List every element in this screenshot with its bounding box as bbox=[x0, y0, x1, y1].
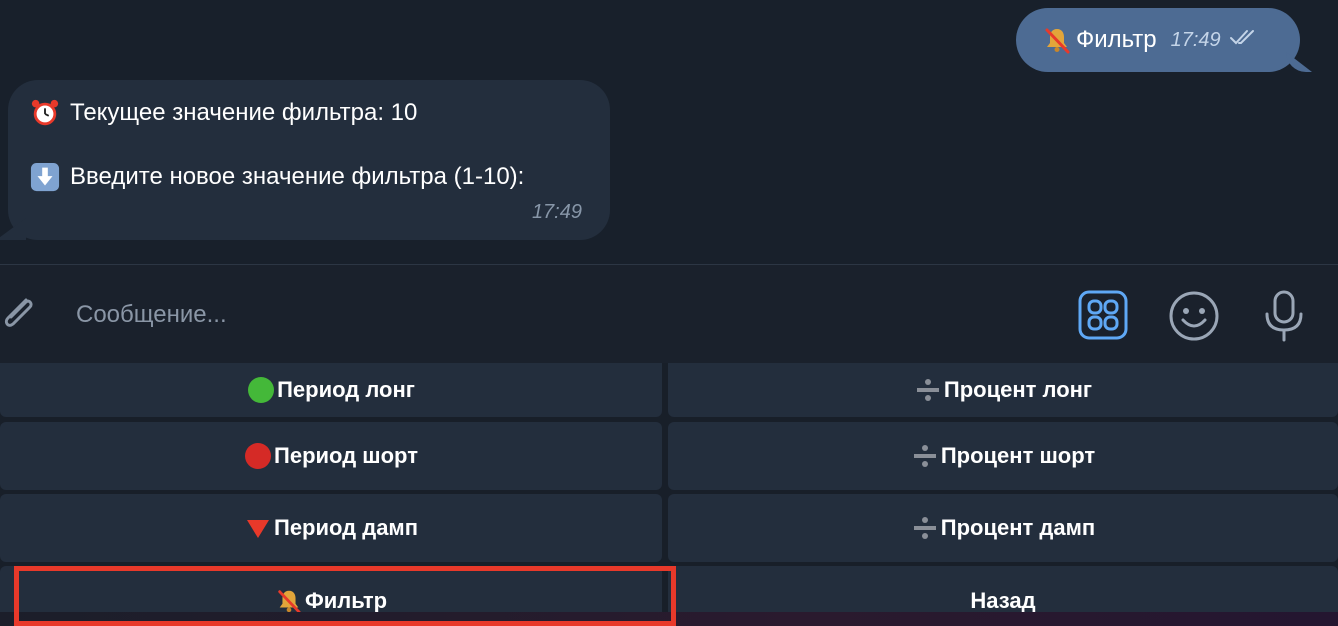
key-label: Период дамп bbox=[274, 515, 418, 540]
key-period-short[interactable]: Период шорт bbox=[0, 422, 662, 490]
outgoing-message[interactable]: Фильтр 17:49 bbox=[1016, 8, 1300, 72]
key-label: Процент шорт bbox=[940, 443, 1096, 468]
key-label: Фильтр bbox=[304, 588, 388, 613]
microphone-icon[interactable] bbox=[1262, 290, 1306, 342]
bottom-edge bbox=[0, 612, 1338, 626]
key-label: Период шорт bbox=[274, 443, 418, 468]
emoji-smile-icon[interactable] bbox=[1168, 290, 1220, 342]
muted-bell-icon bbox=[275, 587, 303, 615]
incoming-message[interactable]: Текущее значение фильтра: 10 Введите нов… bbox=[8, 80, 610, 240]
outgoing-message-meta: 17:49 bbox=[1171, 28, 1257, 52]
red-circle-icon bbox=[244, 442, 272, 470]
incoming-line1-text: Текущее значение фильтра: 10 bbox=[70, 99, 418, 126]
key-percent-short[interactable]: Процент шорт bbox=[668, 422, 1338, 490]
incoming-line-current-filter: Текущее значение фильтра: 10 bbox=[30, 98, 586, 128]
incoming-message-time: 17:49 bbox=[531, 201, 582, 223]
attach-paperclip-icon[interactable] bbox=[0, 290, 40, 336]
key-label: Период лонг bbox=[277, 377, 415, 402]
key-percent-dump[interactable]: Процент дамп bbox=[668, 494, 1338, 562]
incoming-line2-text: Введите новое значение фильтра (1-10): bbox=[70, 163, 525, 190]
red-triangle-down-icon bbox=[244, 514, 272, 542]
muted-bell-icon bbox=[1042, 25, 1072, 55]
divide-icon bbox=[911, 514, 939, 542]
outgoing-message-text: Фильтр bbox=[1076, 26, 1157, 53]
key-period-long[interactable]: Период лонг bbox=[0, 363, 662, 417]
green-circle-icon bbox=[247, 376, 275, 404]
divide-icon bbox=[911, 442, 939, 470]
outgoing-message-time: 17:49 bbox=[1170, 28, 1221, 51]
chat-area: Фильтр 17:49 Текущее значение фильтра: 1… bbox=[0, 0, 1338, 264]
key-label: Процент лонг bbox=[943, 377, 1093, 402]
divide-icon bbox=[914, 376, 942, 404]
key-label: Процент дамп bbox=[940, 515, 1096, 540]
outgoing-message-body: Фильтр bbox=[1042, 25, 1157, 55]
key-percent-long[interactable]: Процент лонг bbox=[668, 363, 1338, 417]
key-period-dump[interactable]: Период дамп bbox=[0, 494, 662, 562]
incoming-line-enter-value: Введите новое значение фильтра (1-10): bbox=[30, 162, 586, 192]
double-check-icon bbox=[1229, 28, 1257, 52]
alarm-clock-icon bbox=[30, 98, 60, 128]
message-input[interactable] bbox=[76, 297, 976, 333]
key-label: Назад bbox=[970, 588, 1036, 613]
down-arrow-icon bbox=[30, 162, 60, 192]
bot-keyboard-toggle-icon[interactable] bbox=[1078, 290, 1128, 340]
